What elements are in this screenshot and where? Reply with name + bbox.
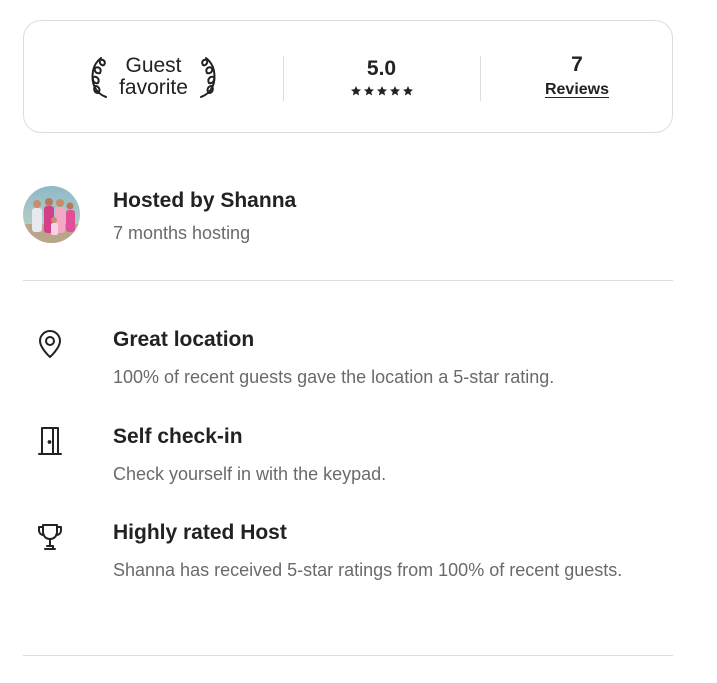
host-title: Hosted by Shanna	[113, 189, 297, 212]
reviews-link[interactable]: Reviews	[545, 80, 609, 100]
star-icon	[363, 85, 374, 95]
section-divider	[23, 655, 673, 656]
host-tenure: 7 months hosting	[113, 223, 251, 243]
section-divider	[23, 280, 673, 281]
highlight-description: 100% of recent guests gave the location …	[113, 367, 555, 387]
location-pin-icon	[35, 329, 65, 359]
rating-summary: 5.0	[283, 21, 480, 132]
star-icon	[350, 85, 361, 95]
door-icon	[35, 426, 65, 456]
reviews-summary[interactable]: 7 Reviews	[480, 21, 674, 132]
guest-favorite-line1: Guest	[125, 53, 182, 77]
star-rating	[350, 85, 414, 97]
reviews-count: 7	[571, 53, 583, 76]
highlight-description: Check yourself in with the keypad.	[113, 464, 387, 484]
highlight-title: Great location	[113, 328, 255, 351]
laurel-right-icon	[194, 55, 220, 99]
guest-favorite-line2: favorite	[119, 75, 188, 99]
laurel-left-icon	[87, 55, 113, 99]
rating-value: 5.0	[366, 56, 397, 80]
trophy-icon	[35, 522, 65, 552]
star-icon	[389, 85, 400, 95]
guest-favorite-badge: Guest favorite	[24, 21, 283, 132]
highlight-title: Self check-in	[113, 425, 243, 448]
star-icon	[376, 85, 387, 95]
highlight-title: Highly rated Host	[113, 521, 287, 544]
highlight-description: Shanna has received 5-star ratings from …	[113, 560, 623, 580]
host-avatar[interactable]	[23, 186, 80, 243]
guest-favorite-card: Guest favorite 5.0 7 Reviews	[23, 20, 673, 133]
host-section[interactable]: Hosted by Shanna 7 months hosting	[23, 186, 673, 244]
star-icon	[402, 85, 413, 95]
